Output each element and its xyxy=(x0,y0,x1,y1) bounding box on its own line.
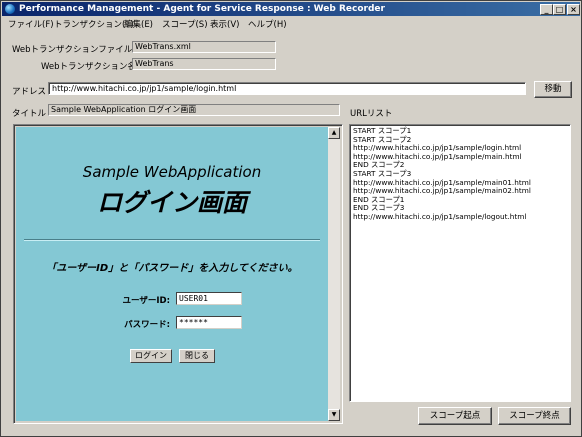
userid-label: ユーザーID: xyxy=(122,296,170,306)
password-input[interactable]: ****** xyxy=(176,316,242,329)
close-button[interactable]: × xyxy=(567,4,580,15)
menu-file[interactable]: ファイル(F) xyxy=(8,18,54,30)
login-page: Sample WebApplication ログイン画面 「ユーザーID」と「パ… xyxy=(16,127,328,421)
list-item[interactable]: http://www.hitachi.co.jp/jp1/sample/logo… xyxy=(353,212,567,222)
menu-transaction[interactable]: トランザクション(T) xyxy=(54,18,134,30)
menu-view[interactable]: 表示(V) xyxy=(210,18,239,30)
scroll-up-icon[interactable]: ▲ xyxy=(328,127,340,139)
menu-help[interactable]: ヘルプ(H) xyxy=(248,18,287,30)
divider xyxy=(24,239,320,241)
maximize-button[interactable]: □ xyxy=(553,4,566,15)
browser-pane: Sample WebApplication ログイン画面 「ユーザーID」と「パ… xyxy=(13,124,343,424)
title-bar[interactable]: Performance Management - Agent for Servi… xyxy=(2,2,580,16)
web-recorder-window: Performance Management - Agent for Servi… xyxy=(0,0,582,437)
scope-end-button[interactable]: スコープ終点 xyxy=(498,407,571,425)
page-title-label: タイトル xyxy=(12,109,47,119)
menu-scope[interactable]: スコープ(S) xyxy=(162,18,208,30)
app-globe-icon xyxy=(5,4,15,14)
login-instruction: 「ユーザーID」と「パスワード」を入力してください。 xyxy=(46,263,298,274)
file-name-field: WebTrans.xml xyxy=(132,41,276,53)
browser-scrollbar[interactable]: ▲ ▼ xyxy=(328,127,340,421)
menu-bar: ファイル(F) トランザクション(T) 編集(E) スコープ(S) 表示(V) … xyxy=(2,17,580,30)
minimize-button[interactable]: _ xyxy=(540,4,553,15)
page-heading-large: ログイン画面 xyxy=(96,188,247,217)
window-title: Performance Management - Agent for Servi… xyxy=(19,4,385,14)
page-close-button[interactable]: 閉じる xyxy=(179,349,215,363)
login-button[interactable]: ログイン xyxy=(130,349,172,363)
transaction-name-field: WebTrans xyxy=(132,58,276,70)
url-list[interactable]: START スコープ1 START スコープ2 http://www.hitac… xyxy=(349,124,571,402)
transaction-name-label: Webトランザクション名 xyxy=(41,62,137,72)
address-input[interactable]: http://www.hitachi.co.jp/jp1/sample/logi… xyxy=(48,82,526,95)
url-list-label: URLリスト xyxy=(350,109,393,119)
address-label: アドレス xyxy=(12,87,47,97)
scope-start-button[interactable]: スコープ起点 xyxy=(418,407,492,425)
password-label: パスワード: xyxy=(124,320,170,330)
page-title-field: Sample WebApplication ログイン画面 xyxy=(48,104,340,116)
scroll-down-icon[interactable]: ▼ xyxy=(328,409,340,421)
menu-edit[interactable]: 編集(E) xyxy=(124,18,153,30)
file-name-label: Webトランザクションファイル名 xyxy=(12,45,141,55)
userid-input[interactable]: USER01 xyxy=(176,292,242,305)
page-heading: Sample WebApplication xyxy=(82,163,262,181)
go-button[interactable]: 移動 xyxy=(534,81,572,98)
